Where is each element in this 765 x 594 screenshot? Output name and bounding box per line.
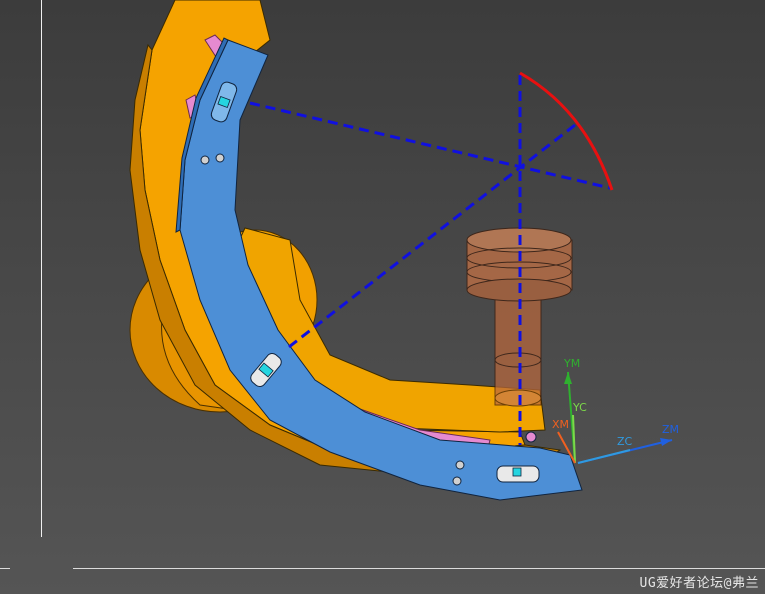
csys-zc-axis: [577, 449, 631, 464]
lower-slot: [496, 465, 540, 483]
csys-triad[interactable]: [557, 371, 673, 464]
sweep-arc: [519, 71, 614, 191]
tool-shank: [494, 294, 542, 406]
screw-hole: [215, 153, 225, 163]
graphics-viewport[interactable]: YM YC XM ZC ZM UG爱好者论坛@弗兰: [0, 0, 765, 594]
csys-label-yc: YC: [573, 401, 587, 414]
viewport-frame-bottom: [73, 568, 765, 569]
viewport-frame-bottom-left: [0, 568, 10, 569]
csys-label-zm: ZM: [662, 423, 680, 436]
sweep-line-to-top: [249, 101, 611, 190]
tool-shank-bottom: [494, 389, 542, 407]
lower-slot-insert: [512, 467, 522, 477]
watermark-text: UG爱好者论坛@弗兰: [639, 576, 759, 591]
cad-scene[interactable]: [0, 0, 765, 594]
csys-label-xm: XM: [552, 418, 570, 431]
csys-y-arrow: [564, 372, 572, 384]
screw-hole: [525, 431, 537, 443]
csys-label-ym: YM: [564, 357, 581, 370]
csys-label-zc: ZC: [617, 435, 633, 448]
csys-yc-axis: [572, 414, 576, 464]
csys-z-arrow: [660, 438, 672, 446]
screw-hole: [200, 155, 210, 165]
viewport-frame-left: [41, 0, 42, 537]
screw-hole: [455, 460, 465, 470]
screw-hole: [452, 476, 462, 486]
